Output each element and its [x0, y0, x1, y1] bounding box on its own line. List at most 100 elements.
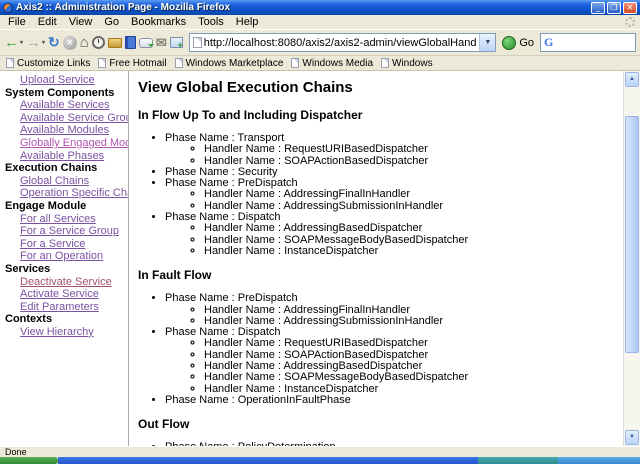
- handler-item: Handler Name : InstanceDispatcher: [204, 245, 620, 257]
- home-button[interactable]: ⌂: [80, 34, 89, 51]
- taskbar-window-button[interactable]: [478, 457, 558, 464]
- phase-item: Phase Name : DispatchHandler Name : Addr…: [165, 211, 620, 257]
- menu-help[interactable]: Help: [230, 15, 265, 29]
- sidebar-link-globally-engaged-modules[interactable]: Globally Engaged Modules: [0, 137, 128, 150]
- go-icon: [502, 35, 517, 50]
- bookmark-page-icon: [98, 58, 107, 68]
- system-tray: [558, 457, 640, 464]
- sidebar-link-available-phases[interactable]: Available Phases: [0, 150, 128, 163]
- menu-bookmarks[interactable]: Bookmarks: [125, 15, 192, 29]
- phase-list: Phase Name : PolicyDeterminationPhase Na…: [138, 441, 620, 446]
- mail-icon: ✉: [155, 34, 167, 50]
- forward-dropdown-icon[interactable]: ▾: [42, 39, 45, 46]
- window-controls: _ ❐ ✕: [591, 1, 637, 14]
- google-logo-icon: G: [544, 35, 554, 49]
- back-dropdown-icon[interactable]: ▾: [20, 39, 23, 46]
- sidebar-link-view-hierarchy[interactable]: View Hierarchy: [0, 326, 128, 339]
- menu-tools[interactable]: Tools: [192, 15, 230, 29]
- bookmarks-button[interactable]: [124, 36, 136, 49]
- sidebar-link-available-modules[interactable]: Available Modules: [0, 124, 128, 137]
- stop-icon: ✕: [62, 35, 77, 50]
- forward-arrow-icon: →: [26, 34, 42, 51]
- bookmark-page-icon: [291, 58, 300, 68]
- page-favicon: [192, 37, 202, 48]
- sidebar-link-operation-specific-chains[interactable]: Operation Specific Chains: [0, 187, 128, 200]
- sidebar-link-available-services[interactable]: Available Services: [0, 99, 128, 112]
- sidebar-header-system-components: System Components: [5, 86, 115, 99]
- handler-item: Handler Name : AddressingBasedDispatcher: [204, 223, 620, 235]
- scroll-up-button[interactable]: ▲: [625, 72, 639, 87]
- search-bar: G: [540, 33, 636, 52]
- download-panel-icon: [138, 37, 154, 48]
- stop-button[interactable]: ✕: [62, 35, 77, 50]
- back-button[interactable]: ← ▾: [4, 35, 23, 50]
- menu-file[interactable]: File: [2, 15, 32, 29]
- sidebar-link-activate-service[interactable]: Activate Service: [0, 288, 128, 301]
- bookmark-free-hotmail[interactable]: Free Hotmail: [98, 58, 167, 69]
- bookmark-windows[interactable]: Windows: [381, 58, 433, 69]
- menu-edit[interactable]: Edit: [32, 15, 63, 29]
- book-icon: [124, 36, 136, 49]
- menu-go[interactable]: Go: [98, 15, 125, 29]
- status-text: Done: [5, 447, 27, 457]
- sidebar-link-upload-service[interactable]: Upload Service: [0, 74, 128, 87]
- history-button[interactable]: [91, 36, 105, 49]
- go-button[interactable]: Go: [499, 35, 537, 50]
- scroll-down-button[interactable]: ▼: [625, 430, 639, 445]
- mail-button[interactable]: ✉: [156, 35, 167, 51]
- sidebar-link-for-all-services[interactable]: For all Services: [0, 213, 128, 226]
- extensions-button[interactable]: [107, 37, 122, 48]
- menu-items: File Edit View Go Bookmarks Tools Help: [2, 15, 264, 29]
- maximize-button[interactable]: ❐: [607, 1, 621, 14]
- reload-button[interactable]: ↻: [48, 34, 60, 51]
- sidebar-link-available-service-groups[interactable]: Available Service Groups: [0, 112, 128, 125]
- phase-item: Phase Name : PolicyDetermination: [165, 441, 620, 446]
- sidebar-header-services: Services: [5, 262, 51, 275]
- bookmark-windows-media[interactable]: Windows Media: [291, 58, 373, 69]
- handler-list: Handler Name : RequestURIBasedDispatcher…: [165, 143, 620, 167]
- search-input[interactable]: [553, 35, 635, 50]
- bookmark-page-icon: [381, 58, 390, 68]
- sidebar-nav: Upload Service System Components Available…: [0, 71, 129, 446]
- new-window-button[interactable]: [169, 37, 183, 50]
- scrollbar-track[interactable]: [624, 88, 640, 429]
- url-input[interactable]: [201, 35, 480, 50]
- scrollbar-thumb[interactable]: [625, 116, 639, 353]
- bookmark-windows-marketplace[interactable]: Windows Marketplace: [174, 57, 284, 69]
- url-bar: ▼: [188, 33, 497, 52]
- downloads-button[interactable]: [138, 37, 154, 48]
- forward-button[interactable]: → ▾: [26, 35, 45, 50]
- bookmark-page-icon: [6, 58, 14, 68]
- sidebar-link-for-an-operation[interactable]: For an Operation: [0, 250, 128, 263]
- bookmark-page-icon: [174, 58, 183, 68]
- back-arrow-icon: ←: [4, 34, 19, 51]
- menu-view[interactable]: View: [63, 15, 99, 29]
- package-icon: [107, 37, 122, 48]
- sidebar-header-contexts: Contexts: [5, 313, 53, 326]
- title-bar: Axis2 :: Administration Page - Mozilla F…: [0, 0, 640, 15]
- menu-bar: File Edit View Go Bookmarks Tools Help: [0, 15, 640, 30]
- page-title: View Global Execution Chains: [138, 79, 353, 96]
- minimize-button[interactable]: _: [591, 1, 605, 14]
- go-label: Go: [519, 36, 534, 49]
- section-heading-in-fault-flow: In Fault Flow: [138, 268, 212, 283]
- sidebar-link-edit-parameters[interactable]: Edit Parameters: [0, 301, 128, 314]
- url-dropdown-icon[interactable]: ▼: [479, 34, 496, 51]
- sidebar-link-for-a-service[interactable]: For a Service: [0, 238, 128, 251]
- bookmark-customize-links[interactable]: Customize Links: [6, 58, 90, 69]
- phase-item: Phase Name : OperationInFaultPhase: [165, 394, 620, 406]
- close-button[interactable]: ✕: [623, 1, 637, 14]
- handler-list: Handler Name : AddressingFinalInHandlerH…: [165, 304, 620, 328]
- phase-list: Phase Name : TransportHandler Name : Req…: [138, 132, 620, 257]
- section-heading-out-flow: Out Flow: [138, 417, 190, 432]
- phase-item: Phase Name : TransportHandler Name : Req…: [165, 132, 620, 167]
- bookmark-label: Windows Marketplace: [185, 57, 284, 69]
- reload-icon: ↻: [48, 34, 60, 50]
- start-button[interactable]: [0, 457, 58, 464]
- sidebar-link-global-chains[interactable]: Global Chains: [0, 175, 128, 188]
- sidebar-link-deactivate-service[interactable]: Deactivate Service: [0, 276, 128, 289]
- sidebar-link-for-a-service-group[interactable]: For a Service Group: [0, 225, 128, 238]
- nav-toolbar: ← ▾ → ▾ ↻ ✕ ⌂ ✉ + http://localhost:8080/…: [0, 30, 640, 56]
- status-bar: Done: [0, 446, 640, 457]
- vertical-scrollbar[interactable]: ▲ ▼: [623, 71, 640, 446]
